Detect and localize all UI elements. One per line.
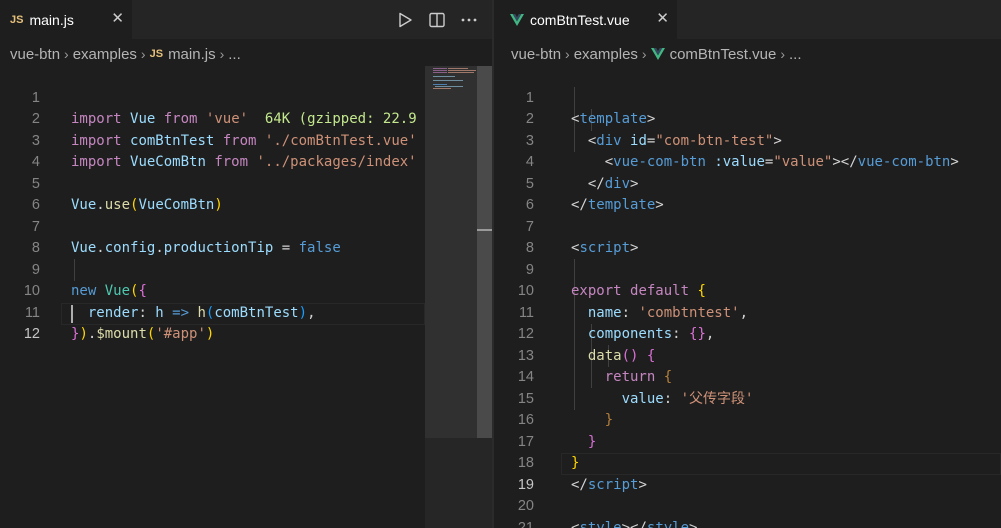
tab-main-js[interactable]: JS main.js ✕ bbox=[0, 0, 132, 39]
javascript-file-icon: JS bbox=[10, 13, 24, 26]
code-line: 9 new Vue({ bbox=[0, 238, 425, 300]
code-line: 13 return { bbox=[494, 324, 1001, 386]
minimap-slider[interactable] bbox=[425, 66, 477, 438]
code-line: 12 bbox=[0, 303, 425, 342]
chevron-right-icon: › bbox=[780, 46, 785, 62]
close-icon[interactable]: ✕ bbox=[111, 9, 124, 27]
chevron-right-icon: › bbox=[64, 46, 69, 62]
code-line: 19 bbox=[494, 453, 1001, 493]
code-line: 8 bbox=[0, 217, 425, 256]
more-actions-icon[interactable] bbox=[460, 11, 478, 29]
scrollbar-cursor-marker bbox=[477, 229, 492, 231]
editor-pane-main-js: JS main.js ✕ vue-btn › examples › JS mai… bbox=[0, 0, 492, 528]
breadcrumb-item-file[interactable]: main.js bbox=[168, 46, 216, 63]
code-line: 20 <style></style> bbox=[494, 475, 1001, 528]
code-line: 1 <template> bbox=[494, 66, 1001, 128]
code-line: 8 bbox=[494, 217, 1001, 256]
breadcrumb-item-folder[interactable]: examples bbox=[73, 46, 137, 63]
code-line: 21 bbox=[494, 496, 1001, 528]
run-icon[interactable] bbox=[396, 11, 414, 29]
breadcrumb-item-more[interactable]: ... bbox=[228, 46, 241, 63]
code-editor[interactable]: 1 <template> 2 <div id="com-btn-test"> 3… bbox=[494, 66, 1001, 528]
breadcrumb-item-folder[interactable]: examples bbox=[574, 46, 638, 63]
tab-label: comBtnTest.vue bbox=[530, 11, 630, 28]
breadcrumb-item-file[interactable]: comBtnTest.vue bbox=[670, 46, 777, 63]
code-line: 14 value: '父传字段' bbox=[494, 346, 1001, 407]
code-line: 7 <script> bbox=[494, 195, 1001, 257]
tab-combtntest-vue[interactable]: comBtnTest.vue ✕ bbox=[494, 0, 677, 39]
code-line: 10 name: 'combtntest', bbox=[494, 260, 1001, 321]
split-editor-icon[interactable] bbox=[428, 11, 446, 29]
tab-bar: JS main.js ✕ bbox=[0, 0, 492, 39]
tab-bar: comBtnTest.vue ✕ bbox=[494, 0, 1001, 39]
code-line: 3 <vue-com-btn :value="value"></vue-com-… bbox=[494, 109, 1001, 171]
code-line: 4 bbox=[0, 131, 425, 170]
code-line: 3 import VueComBtn from '../packages/ind… bbox=[0, 109, 425, 171]
chevron-right-icon: › bbox=[641, 46, 647, 62]
text-cursor bbox=[71, 305, 73, 323]
breadcrumb-item-more[interactable]: ... bbox=[789, 46, 802, 63]
javascript-file-icon: JS bbox=[149, 48, 164, 60]
breadcrumb: vue-btn › examples › comBtnTest.vue › ..… bbox=[511, 44, 802, 64]
code-line: 5 </template> bbox=[494, 152, 1001, 214]
code-line: 18 </script> bbox=[494, 432, 1001, 493]
code-line: 9 export default { bbox=[494, 238, 1001, 300]
breadcrumb-item-root[interactable]: vue-btn bbox=[10, 46, 60, 63]
editor-pane-combtntest-vue: comBtnTest.vue ✕ vue-btn › examples › co… bbox=[494, 0, 1001, 528]
line-number: 21 bbox=[517, 519, 534, 528]
tab-label: main.js bbox=[29, 11, 74, 28]
code-line: 4 </div> bbox=[494, 131, 1001, 192]
vertical-scrollbar[interactable] bbox=[477, 66, 492, 438]
code-editor[interactable]: 1 import Vue from 'vue' 64K (gzipped: 22… bbox=[0, 66, 492, 528]
editor-actions bbox=[396, 0, 478, 39]
line-number: 12 bbox=[23, 326, 40, 342]
code-line: 11 components: {}, bbox=[494, 281, 1001, 343]
code-line: 2 import comBtnTest from './comBtnTest.v… bbox=[0, 88, 425, 149]
breadcrumb: vue-btn › examples › JS main.js › ... bbox=[10, 44, 241, 64]
code-line: 1 import Vue from 'vue' 64K (gzipped: 22… bbox=[0, 66, 425, 128]
line-content: <style></style> bbox=[571, 519, 698, 528]
chevron-right-icon: › bbox=[219, 46, 225, 62]
code-line: 2 <div id="com-btn-test"> bbox=[494, 88, 1001, 149]
code-line: 12 data() { bbox=[494, 303, 1001, 364]
code-line: 6 bbox=[0, 174, 425, 213]
code-line: 5 Vue.use(VueComBtn) bbox=[0, 152, 425, 214]
chevron-right-icon: › bbox=[140, 46, 146, 62]
code-line: 15 } bbox=[494, 367, 1001, 429]
code-line: 17 } bbox=[494, 410, 1001, 472]
line-content: }).$mount('#app') bbox=[71, 326, 215, 342]
vue-file-icon bbox=[650, 48, 665, 60]
code-line: 7 Vue.config.productionTip = false bbox=[0, 195, 425, 257]
code-line: 6 bbox=[494, 174, 1001, 213]
breadcrumb-item-root[interactable]: vue-btn bbox=[511, 46, 561, 63]
code-line: 10 render: h => h(comBtnTest), bbox=[0, 260, 425, 321]
code-line: 16 } bbox=[494, 389, 1001, 450]
code-line: 11 }).$mount('#app') bbox=[0, 281, 425, 343]
vue-file-icon bbox=[510, 13, 524, 26]
close-icon[interactable]: ✕ bbox=[656, 9, 669, 27]
chevron-right-icon: › bbox=[565, 46, 570, 62]
